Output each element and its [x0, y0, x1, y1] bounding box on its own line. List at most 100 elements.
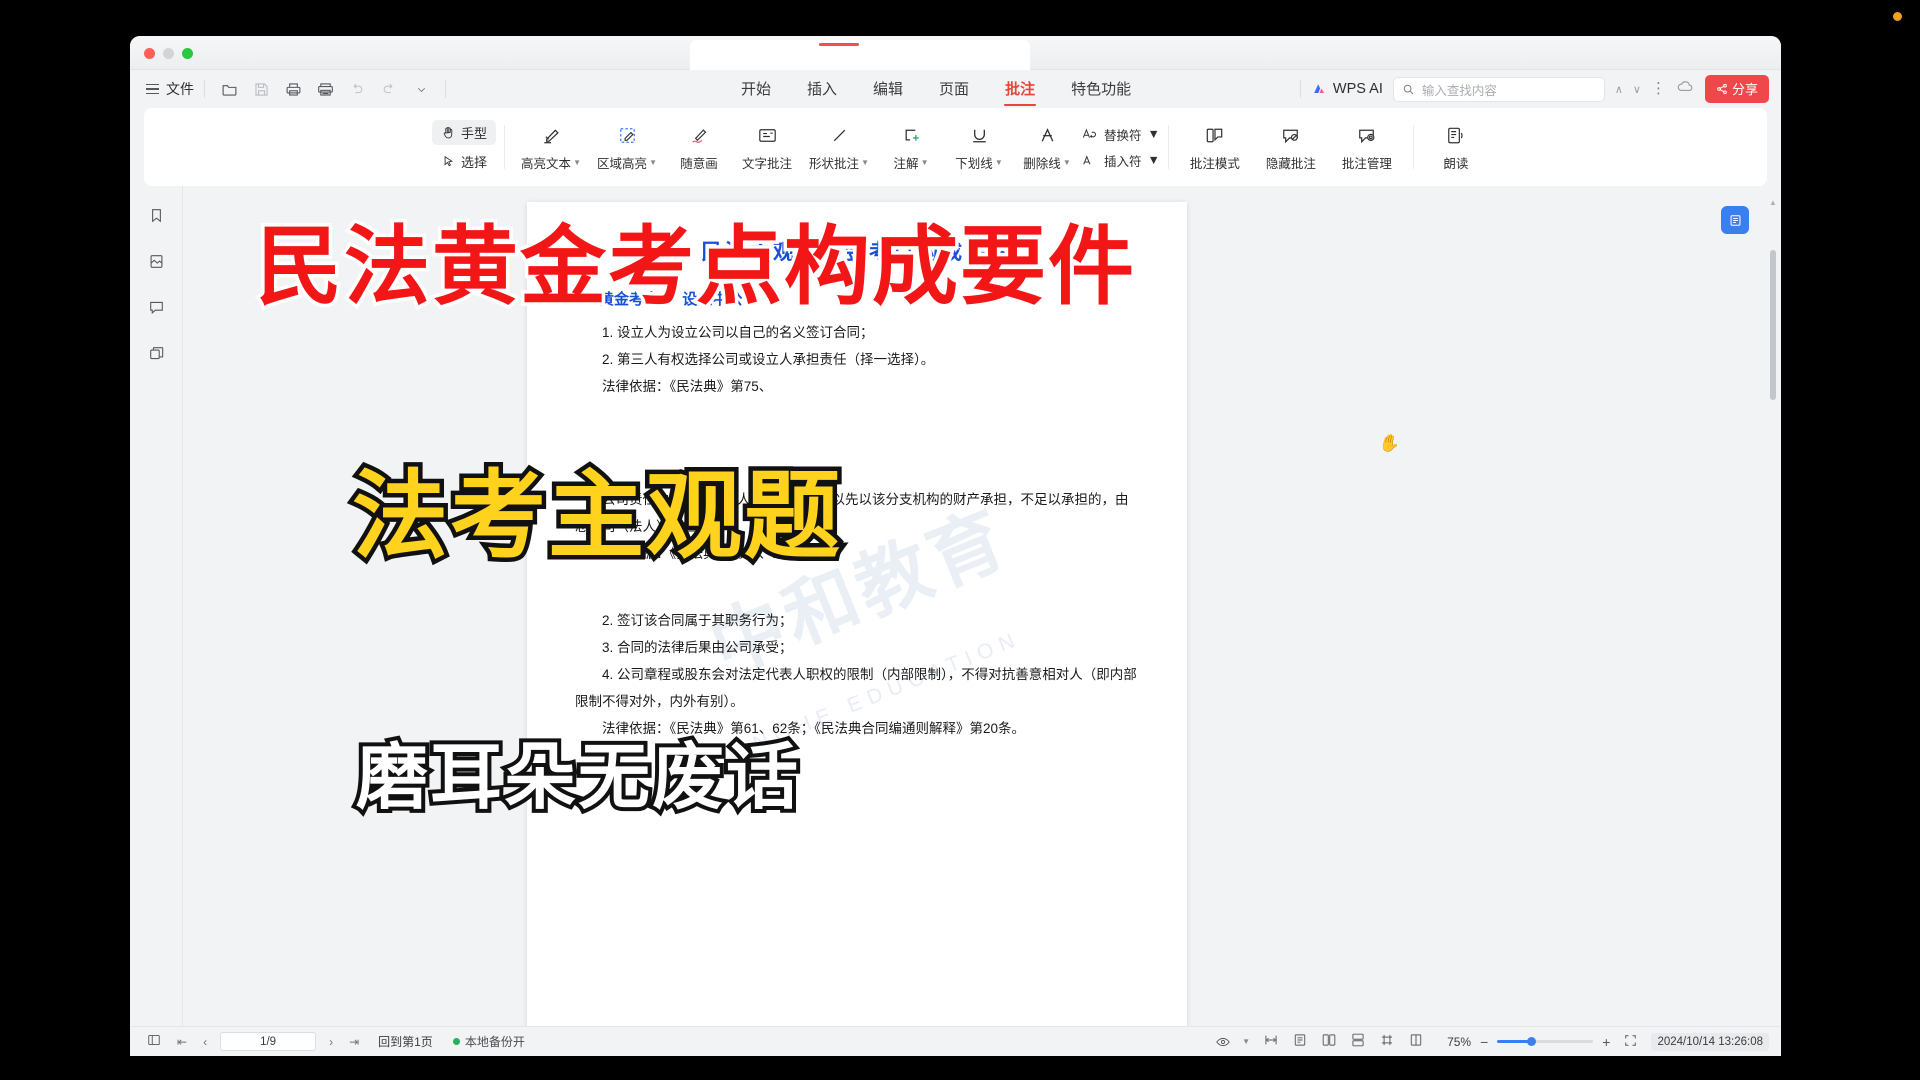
redo-icon[interactable] [375, 77, 403, 101]
next-page-button[interactable]: › [326, 1035, 336, 1049]
freehand-draw-button[interactable]: 随意画 [665, 118, 733, 176]
reflow-icon[interactable] [1408, 1032, 1424, 1051]
document-tab[interactable] [690, 40, 1030, 70]
prev-page-button[interactable]: ‹ [200, 1035, 210, 1049]
chevron-down-icon[interactable]: ▼ [1063, 158, 1071, 167]
comment-manage-button[interactable]: 批注管理 [1329, 118, 1405, 176]
ribbon-tabs: 开始 插入 编辑 页面 批注 特色功能 [740, 70, 1132, 108]
menu-bar: 文件 开始 插入 编辑 页面 批注 特色功能 WPS AI 输入查找内容 ∧ ∨… [130, 70, 1781, 108]
status-bar: ⇤ ‹ 1/9 › ⇥ 回到第1页 本地备份开 ▼ 75% − + 2024/1… [130, 1026, 1781, 1056]
tab-page[interactable]: 页面 [938, 71, 970, 108]
tab-features[interactable]: 特色功能 [1070, 71, 1132, 108]
scroll-thumb[interactable] [1770, 250, 1776, 400]
last-page-button[interactable]: ⇥ [346, 1035, 362, 1049]
strikethrough-button[interactable]: 删除线 ▼ [1013, 118, 1081, 176]
file-menu-button[interactable]: 文件 [146, 79, 194, 99]
cloud-sync-icon[interactable] [1676, 77, 1695, 101]
minimize-window-button[interactable] [163, 48, 174, 59]
annotation-ribbon: 手型 选择 高亮文本 ▼ 区域高亮 ▼ 随意画 文字批注 形状批注 ▼ 注解 ▼… [144, 108, 1767, 186]
menu-divider-2 [445, 80, 446, 98]
underline-button[interactable]: 下划线 ▼ [945, 118, 1013, 176]
wps-ai-button[interactable]: WPS AI [1311, 81, 1383, 97]
read-aloud-button[interactable]: 朗读 [1422, 118, 1490, 176]
freehand-draw-label: 随意画 [680, 156, 718, 171]
tab-insert[interactable]: 插入 [806, 71, 838, 108]
chevron-down-icon[interactable]: ▼ [861, 158, 869, 167]
layers-icon[interactable] [141, 338, 171, 368]
read-aloud-icon [1448, 127, 1463, 143]
eye-icon[interactable]: ▼ [1215, 1034, 1250, 1050]
scroll-up-arrow[interactable]: ▲ [1769, 198, 1777, 207]
print-preview-icon[interactable] [311, 77, 339, 101]
area-highlight-icon [619, 127, 635, 143]
thumbnail-icon[interactable] [141, 246, 171, 276]
traffic-lights [144, 48, 193, 59]
section-item: 4. 公司章程或股东会对法定代表人职权的限制（内部限制），不得对抗善意相对人（即… [575, 667, 1137, 709]
zoom-out-button[interactable]: − [1480, 1034, 1488, 1050]
status-dot [452, 1038, 460, 1045]
two-page-icon[interactable] [1321, 1032, 1337, 1051]
hide-comment-button[interactable]: 隐藏批注 [1253, 118, 1329, 176]
insert-mark-label: 插入符 [1104, 154, 1142, 169]
search-input[interactable]: 输入查找内容 [1392, 76, 1605, 102]
freehand-draw-icon [691, 128, 706, 143]
hand-icon [443, 126, 453, 139]
chevron-down-icon[interactable]: ▼ [573, 158, 581, 167]
replace-mark-button[interactable]: 替换符 ▼ [1081, 125, 1160, 144]
zoom-in-button[interactable]: + [1602, 1034, 1610, 1050]
print-icon[interactable] [279, 77, 307, 101]
zoom-slider[interactable] [1497, 1037, 1594, 1046]
tab-comment[interactable]: 批注 [1004, 71, 1037, 108]
wps-ai-icon [1314, 84, 1325, 93]
maximize-window-button[interactable] [182, 48, 193, 59]
text-comment-icon [758, 128, 776, 142]
fit-page-icon[interactable] [1263, 1032, 1279, 1051]
floating-action-badge[interactable] [1721, 206, 1749, 234]
close-window-button[interactable] [144, 48, 155, 59]
hand-tool-button[interactable]: 手型 [432, 120, 497, 145]
status-left: ⇤ ‹ 1/9 › ⇥ 回到第1页 本地备份开 [144, 1032, 525, 1051]
strikethrough-icon [1041, 127, 1053, 142]
insert-mark-button[interactable]: 插入符 ▼ [1081, 151, 1160, 170]
comment-mode-button[interactable]: 批注模式 [1177, 118, 1253, 176]
note-button[interactable]: 注解 ▼ [877, 118, 945, 176]
share-button[interactable]: 分享 [1704, 75, 1769, 103]
note-icon [905, 129, 919, 141]
ai-divider [1299, 80, 1301, 98]
chevron-down-icon[interactable]: ▼ [649, 158, 657, 167]
bookmark-icon[interactable] [141, 200, 171, 230]
crop-icon[interactable] [1379, 1032, 1395, 1051]
chevron-down-icon[interactable]: ▼ [995, 158, 1003, 167]
tab-start[interactable]: 开始 [740, 71, 772, 108]
comment-mode-icon [1207, 128, 1223, 142]
first-page-button[interactable]: ⇤ [174, 1035, 190, 1049]
continuous-icon[interactable] [1350, 1032, 1366, 1051]
comment-icon[interactable] [141, 292, 171, 322]
select-tool-button[interactable]: 选择 [432, 149, 496, 174]
local-backup-status[interactable]: 本地备份开 [452, 1033, 525, 1050]
chevron-down-icon[interactable]: ▼ [1148, 127, 1160, 141]
chevron-down-icon[interactable] [407, 77, 435, 101]
search-prev-button[interactable]: ∧ [1615, 83, 1623, 96]
zoom-slider-knob[interactable] [1527, 1037, 1537, 1046]
text-comment-button[interactable]: 文字批注 [733, 118, 801, 176]
hide-comment-label: 隐藏批注 [1265, 156, 1316, 171]
more-options-button[interactable]: ⋮ [1651, 81, 1666, 96]
single-page-icon[interactable] [1292, 1032, 1308, 1051]
undo-icon[interactable] [343, 77, 371, 101]
search-next-button[interactable]: ∨ [1633, 83, 1641, 96]
shape-comment-button[interactable]: 形状批注 ▼ [801, 118, 877, 176]
document-scrollbar[interactable]: ▲ ▼ [1769, 198, 1777, 1036]
file-menu-label: 文件 [166, 81, 194, 97]
tab-edit[interactable]: 编辑 [872, 71, 904, 108]
fullscreen-icon[interactable] [1623, 1033, 1638, 1051]
area-highlight-button[interactable]: 区域高亮 ▼ [589, 118, 665, 176]
toggle-sidebar-button[interactable] [144, 1033, 164, 1050]
highlight-text-button[interactable]: 高亮文本 ▼ [513, 118, 589, 176]
page-indicator[interactable]: 1/9 [220, 1032, 317, 1051]
open-folder-icon[interactable] [215, 77, 243, 101]
chevron-down-icon[interactable]: ▼ [1148, 153, 1160, 167]
back-to-first-page-link[interactable]: 回到第1页 [378, 1033, 433, 1050]
chevron-down-icon[interactable]: ▼ [921, 158, 929, 167]
save-icon[interactable] [247, 77, 275, 101]
